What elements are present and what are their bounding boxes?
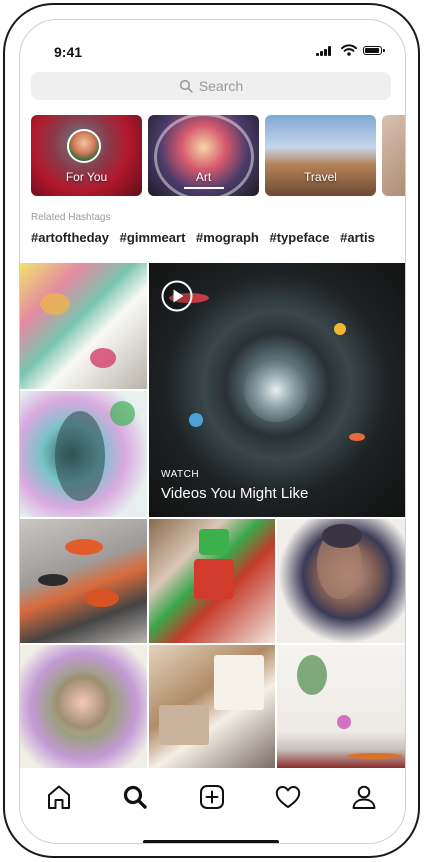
add-post-icon (200, 785, 224, 809)
explore-grid: WATCH Videos You Might Like (20, 263, 405, 768)
category-carousel: For You Art Travel (31, 115, 405, 197)
hashtag-link[interactable]: #mograph (196, 230, 259, 245)
grid-post[interactable] (20, 519, 147, 643)
phone-frame: 9:41 Search For You Art Travel Related H… (3, 3, 420, 858)
tab-home[interactable] (44, 782, 74, 812)
category-label: Travel (304, 170, 337, 184)
wifi-icon (341, 44, 357, 56)
status-time: 9:41 (54, 44, 83, 60)
status-bar: 9:41 (20, 20, 405, 70)
video-tile[interactable]: WATCH Videos You Might Like (149, 263, 405, 517)
video-title: Videos You Might Like (161, 485, 309, 502)
category-next[interactable] (382, 115, 405, 196)
hashtag-list: #artoftheday #gimmeart #mograph #typefac… (31, 230, 405, 245)
video-kicker: WATCH (161, 469, 200, 480)
tab-bar (20, 768, 405, 843)
category-label: For You (65, 170, 108, 184)
search-placeholder: Search (198, 78, 244, 94)
category-label: Art (195, 170, 212, 184)
tab-search[interactable] (120, 782, 150, 812)
screen: 9:41 Search For You Art Travel Related H… (19, 19, 406, 844)
search-input[interactable]: Search (31, 72, 391, 100)
hashtag-link[interactable]: #artoftheday (31, 230, 109, 245)
hashtag-link[interactable]: #gimmeart (120, 230, 186, 245)
avatar (67, 129, 101, 163)
grid-post[interactable] (20, 263, 147, 389)
grid-post[interactable] (277, 519, 405, 643)
grid-post[interactable] (149, 645, 275, 768)
play-icon (161, 280, 193, 312)
hashtag-link[interactable]: #artis (340, 230, 375, 245)
selected-indicator (184, 187, 224, 189)
grid-post[interactable] (20, 391, 147, 517)
heart-icon (275, 786, 301, 808)
home-indicator (143, 840, 279, 843)
category-art[interactable]: Art (148, 115, 259, 196)
grid-post[interactable] (149, 519, 275, 643)
tab-profile[interactable] (349, 782, 379, 812)
category-for-you[interactable]: For You (31, 115, 142, 196)
signal-icon (316, 46, 336, 56)
tab-activity[interactable] (273, 782, 303, 812)
hashtag-link[interactable]: #typeface (270, 230, 330, 245)
grid-post[interactable] (277, 645, 405, 768)
tab-new-post[interactable] (197, 782, 227, 812)
home-icon (48, 785, 70, 809)
category-travel[interactable]: Travel (265, 115, 376, 196)
battery-icon (363, 46, 385, 55)
search-icon (179, 79, 193, 93)
related-hashtags-heading: Related Hashtags (31, 212, 111, 223)
search-icon (123, 785, 147, 809)
grid-post[interactable] (20, 645, 147, 768)
profile-icon (352, 785, 376, 809)
